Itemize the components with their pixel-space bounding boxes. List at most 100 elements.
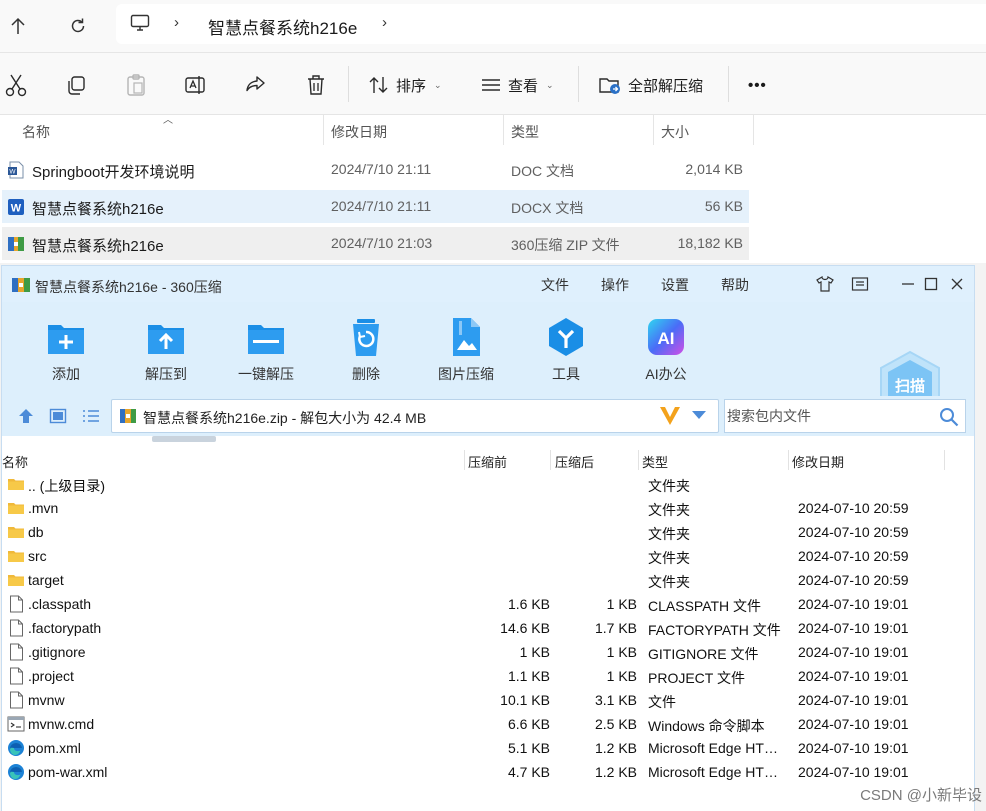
maximize-icon[interactable] [920, 273, 942, 295]
chevron-right-icon[interactable]: › [382, 14, 387, 31]
sort-button[interactable]: 排序 ⌄ [368, 71, 442, 99]
file-row-selected[interactable]: W 智慧点餐系统h216e 2024/7/10 21:11 DOCX 文档 56… [2, 190, 749, 223]
add-button[interactable]: 添加 [21, 316, 111, 396]
search-icon[interactable] [939, 407, 959, 427]
folder-row[interactable]: src 文件夹 2024-07-10 20:59 [2, 544, 974, 568]
folder-row[interactable]: target 文件夹 2024-07-10 20:59 [2, 568, 974, 592]
file-row[interactable]: .gitignore 1 KB 1 KB GITIGNORE 文件 2024-07-10… [2, 640, 974, 664]
refresh-icon[interactable] [64, 12, 92, 40]
file-icon [7, 595, 25, 613]
column-header-type[interactable]: 类型 [511, 122, 539, 142]
column-divider[interactable] [323, 115, 324, 145]
verified-v-icon[interactable] [658, 405, 682, 427]
menu-file[interactable]: 文件 [541, 275, 569, 295]
copy-icon[interactable] [64, 73, 88, 97]
column-divider[interactable] [944, 450, 945, 470]
view-label: 查看 [508, 77, 539, 95]
chevron-right-icon[interactable]: › [174, 14, 179, 31]
breadcrumb-folder[interactable]: 智慧点餐系统h216e [208, 14, 357, 39]
column-divider[interactable] [503, 115, 504, 145]
file-modified: 2024/7/10 21:11 [331, 198, 432, 214]
sort-ascending-icon: ︿ [163, 115, 173, 126]
column-divider[interactable] [464, 450, 465, 470]
archive-search-field[interactable] [724, 399, 966, 433]
skin-shirt-icon[interactable] [814, 273, 836, 295]
column-header-type[interactable]: 类型 [642, 452, 668, 471]
menu-operation[interactable]: 操作 [601, 275, 629, 295]
archive-file-list: 名称 压缩前 压缩后 类型 修改日期 .. (上级目录) 文件夹 .mvn 文件夹 20… [2, 436, 974, 811]
feedback-icon[interactable] [849, 273, 871, 295]
word-docx-icon: W [8, 199, 24, 215]
entry-size-after: 1.7 KB [594, 620, 637, 636]
column-header-name[interactable]: 名称 [2, 452, 28, 471]
column-header-name[interactable]: 名称 [22, 122, 50, 142]
more-options-button[interactable]: ••• [748, 71, 767, 99]
column-divider[interactable] [638, 450, 639, 470]
thumbnail-view-icon[interactable] [47, 406, 69, 426]
entry-modified: 2024-07-10 20:59 [798, 500, 909, 516]
entry-size-after: 1.2 KB [594, 740, 637, 756]
entry-modified: 2024-07-10 20:59 [798, 524, 909, 540]
column-divider[interactable] [550, 450, 551, 470]
folder-row[interactable]: .mvn 文件夹 2024-07-10 20:59 [2, 496, 974, 520]
column-header-before[interactable]: 压缩前 [468, 452, 507, 471]
extract-to-button[interactable]: 解压到 [121, 316, 211, 396]
column-header-after[interactable]: 压缩后 [555, 452, 594, 471]
file-row[interactable]: pom-war.xml 4.7 KB 1.2 KB Microsoft Edge HT… [2, 760, 974, 784]
entry-size-before: 1.6 KB [507, 596, 550, 612]
cmd-script-icon [7, 715, 25, 733]
folder-row[interactable]: db 文件夹 2024-07-10 20:59 [2, 520, 974, 544]
archiver-title-bar[interactable]: 智慧点餐系统h216e - 360压缩 文件 操作 设置 帮助 [2, 266, 974, 302]
file-row[interactable]: mvnw.cmd 6.6 KB 2.5 KB Windows 命令脚本 2024-07-… [2, 712, 974, 736]
dropdown-arrow-icon[interactable] [692, 411, 706, 419]
delete-button[interactable]: 删除 [321, 316, 411, 396]
column-divider[interactable] [788, 450, 789, 470]
file-row[interactable]: W Springboot开发环境说明 2024/7/10 21:11 DOC 文… [2, 153, 749, 186]
file-row[interactable]: pom.xml 5.1 KB 1.2 KB Microsoft Edge HTML D… [2, 736, 974, 760]
search-input[interactable] [726, 400, 926, 432]
entry-type: FACTORYPATH 文件 [648, 622, 781, 638]
extract-all-button[interactable]: 全部解压缩 [598, 71, 703, 99]
entry-name: target [28, 572, 64, 588]
file-row-hovered[interactable]: 智慧点餐系统h216e 2024/7/10 21:03 360压缩 ZIP 文件… [2, 227, 749, 260]
folder-row[interactable]: .. (上级目录) 文件夹 [2, 472, 974, 496]
file-row[interactable]: mvnw 10.1 KB 3.1 KB 文件 2024-07-10 19:01 [2, 688, 974, 712]
one-click-extract-button[interactable]: 一键解压 [221, 316, 311, 396]
scissors-icon[interactable] [4, 73, 28, 97]
column-header-modified[interactable]: 修改日期 [792, 452, 844, 471]
zip-archive-icon [12, 278, 30, 292]
file-row[interactable]: .classpath 1.6 KB 1 KB CLASSPATH 文件 2024-07-… [2, 592, 974, 616]
tools-button[interactable]: 工具 [521, 316, 611, 396]
horizontal-scrollbar[interactable] [152, 436, 216, 442]
entry-modified: 2024-07-10 19:01 [798, 668, 909, 684]
this-pc-icon[interactable] [130, 14, 150, 32]
file-type: DOC 文档 [511, 163, 574, 179]
column-divider[interactable] [753, 115, 754, 145]
column-header-size[interactable]: 大小 [661, 122, 689, 142]
up-arrow-icon[interactable] [4, 12, 32, 40]
menu-help[interactable]: 帮助 [721, 275, 749, 295]
menu-settings[interactable]: 设置 [661, 275, 689, 295]
trash-icon[interactable] [304, 73, 328, 97]
zip-archive-icon [120, 409, 136, 423]
file-size: 2,014 KB [685, 161, 743, 177]
file-row[interactable]: .factorypath 14.6 KB 1.7 KB FACTORYPATH 文件 2… [2, 616, 974, 640]
up-level-icon[interactable] [15, 406, 37, 426]
address-field[interactable]: › 智慧点餐系统h216e › [116, 4, 986, 44]
file-row[interactable]: .project 1.1 KB 1 KB PROJECT 文件 2024-07-10 1… [2, 664, 974, 688]
paste-icon[interactable] [124, 73, 148, 97]
ai-office-button[interactable]: AI AI办公 [621, 316, 711, 396]
close-icon[interactable] [946, 273, 968, 295]
image-compress-button[interactable]: 图片压缩 [421, 316, 511, 396]
column-divider[interactable] [653, 115, 654, 145]
edge-icon [7, 739, 25, 757]
share-icon[interactable] [244, 73, 268, 97]
minimize-icon[interactable] [897, 273, 919, 295]
list-view-icon[interactable] [80, 406, 102, 426]
entry-name: pom.xml [28, 740, 81, 756]
view-button[interactable]: 查看 ⌄ [480, 71, 554, 99]
archive-path-field[interactable]: 智慧点餐系统h216e.zip - 解包大小为 42.4 MB [111, 399, 719, 433]
rename-icon[interactable] [184, 73, 208, 97]
command-bar: 排序 ⌄ 查看 ⌄ 全部解压缩 ••• [0, 53, 986, 115]
column-header-modified[interactable]: 修改日期 [331, 122, 387, 142]
